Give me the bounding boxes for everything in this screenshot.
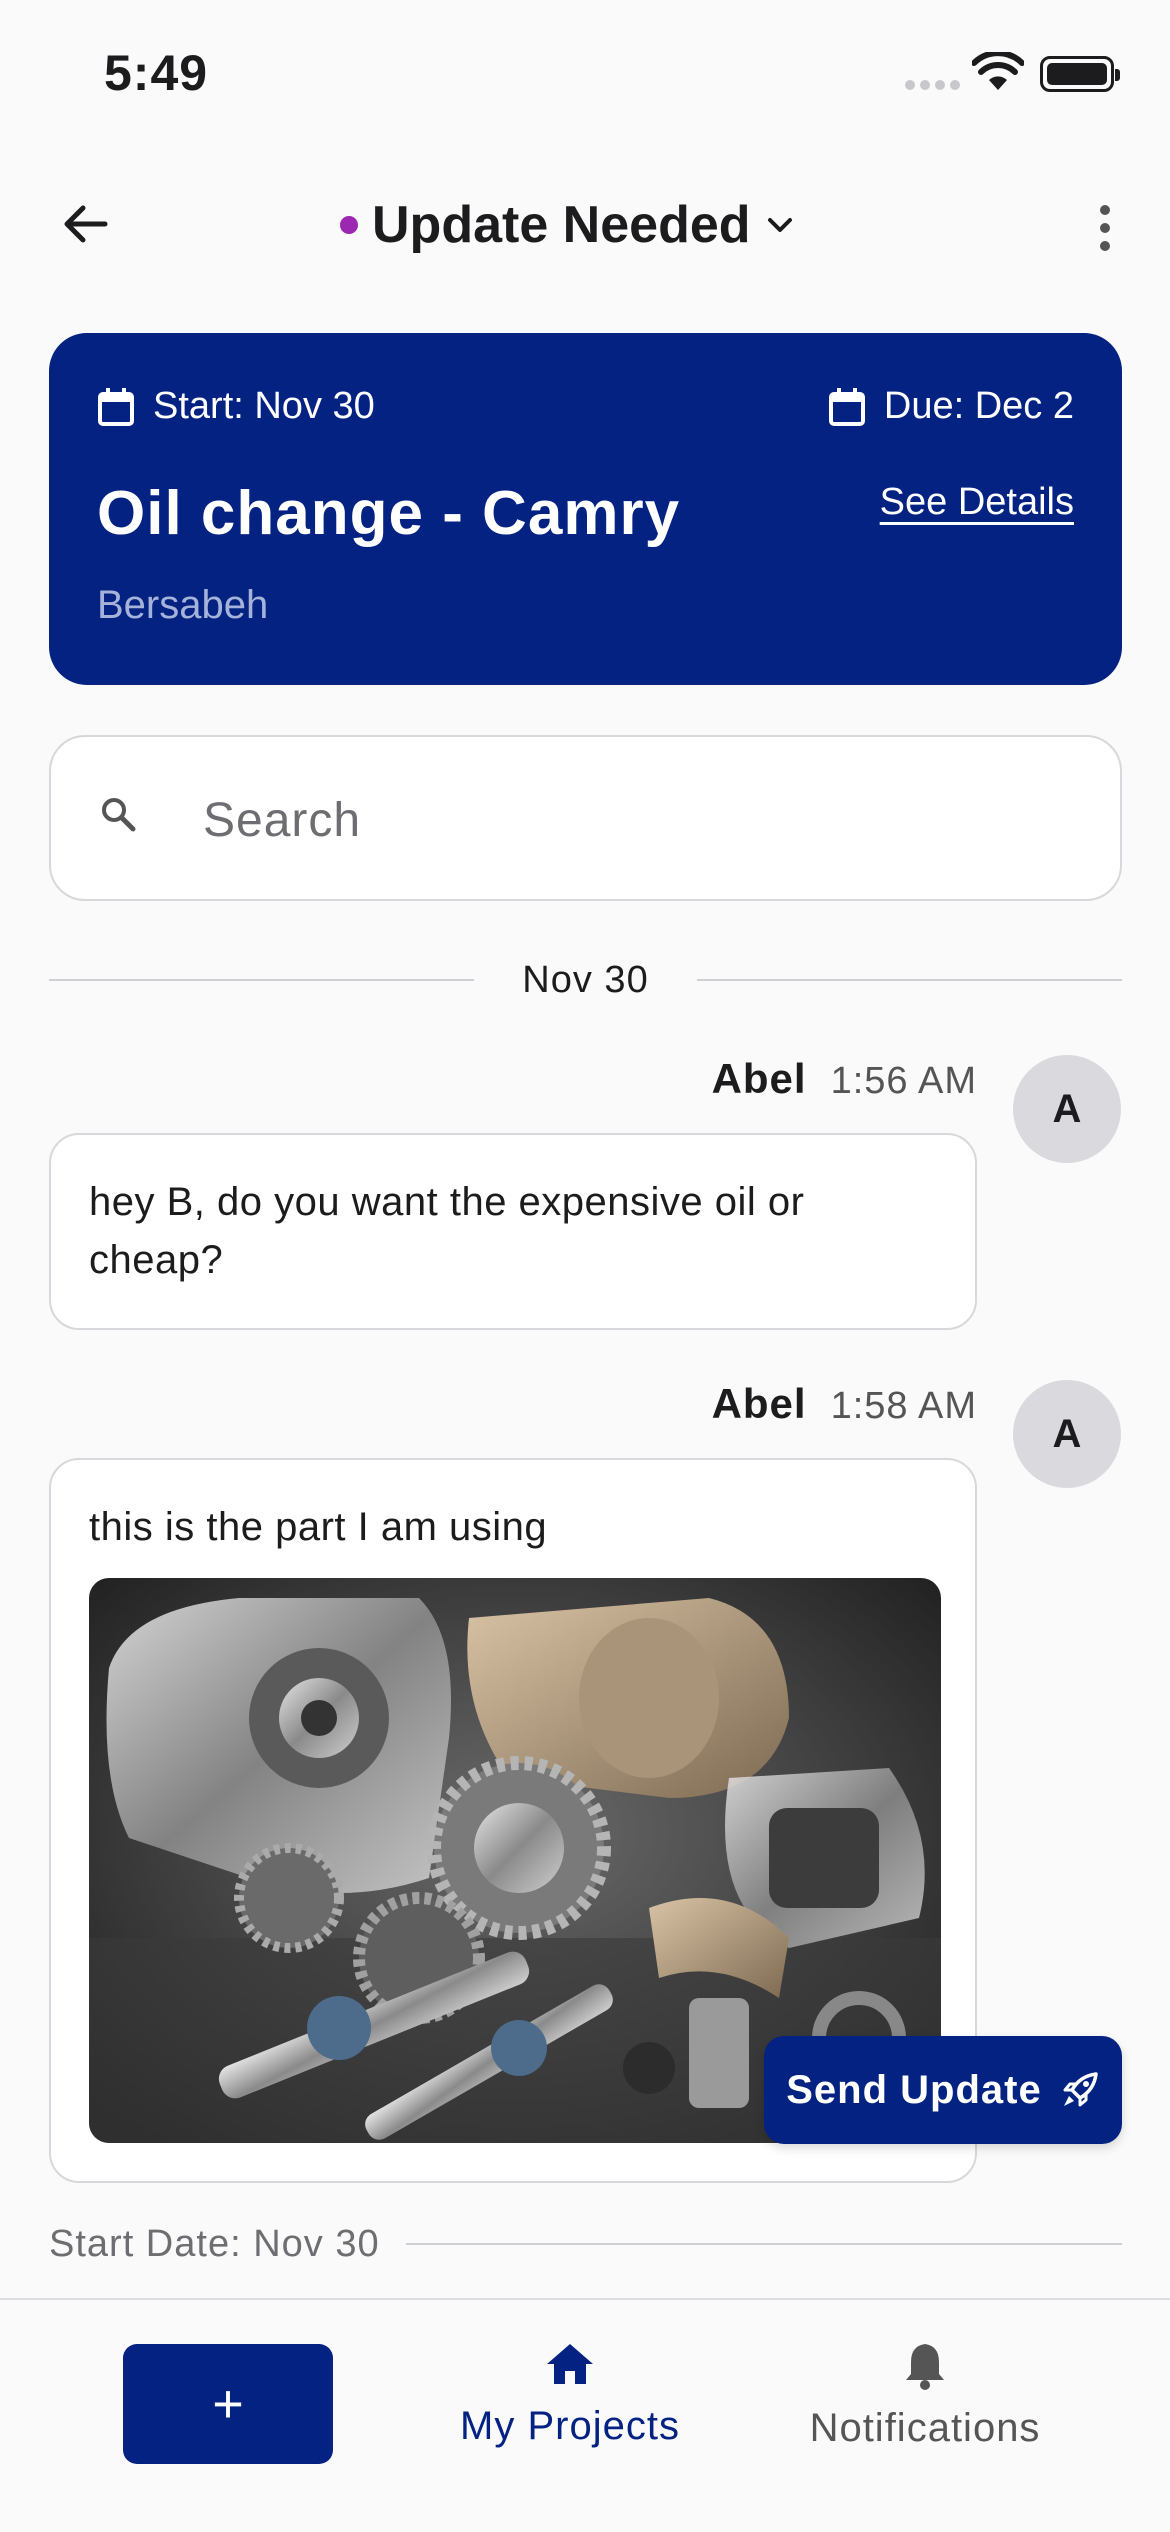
calendar-icon — [828, 387, 865, 426]
divider-line — [405, 2243, 1122, 2245]
date-divider: Nov 30 — [49, 950, 1122, 1010]
status-time: 5:49 — [104, 45, 209, 101]
due-date: Due: Dec 2 — [828, 385, 1074, 428]
search-input[interactable] — [203, 777, 1063, 863]
more-vertical-icon — [1100, 205, 1110, 215]
wifi-icon — [972, 52, 1024, 90]
cellular-signal-icon — [905, 80, 960, 90]
avatar[interactable]: A — [1013, 1380, 1121, 1488]
search-icon — [102, 798, 136, 832]
status-selector[interactable]: Update Needed — [340, 180, 795, 270]
send-update-label: Send Update — [786, 2067, 1042, 2112]
calendar-icon — [98, 387, 134, 426]
plus-icon: + — [212, 2374, 244, 2434]
battery-icon — [1040, 56, 1120, 92]
message-time: 1:58 AM — [830, 1385, 977, 1427]
bottom-nav: + My Projects Notifications — [0, 2298, 1170, 2532]
chevron-down-icon — [767, 218, 792, 232]
send-update-button[interactable]: Send Update — [764, 2036, 1122, 2144]
date-divider-label: Nov 30 — [522, 958, 649, 1001]
message-bubble: hey B, do you want the expensive oil or … — [49, 1133, 977, 1330]
header: Update Needed — [0, 180, 1170, 270]
arrow-left-icon — [64, 205, 108, 243]
project-card: Start: Nov 30 Due: Dec 2 Oil change - Ca… — [49, 333, 1122, 685]
nav-label: Notifications — [809, 2406, 1041, 2450]
status-dot — [340, 216, 358, 234]
avatar[interactable]: A — [1013, 1055, 1121, 1163]
status-bar: 5:49 — [0, 0, 1170, 150]
start-date-divider-label: Start Date: Nov 30 — [49, 2222, 380, 2265]
divider-line — [49, 979, 475, 981]
nav-item-notifications[interactable]: Notifications — [785, 2340, 1065, 2490]
message-meta: Abel 1:56 AM — [712, 1055, 977, 1103]
message-text: hey B, do you want the expensive oil or … — [89, 1180, 805, 1282]
search-box — [49, 735, 1122, 901]
start-date: Start: Nov 30 — [97, 385, 375, 428]
message-text: this is the part I am using — [89, 1505, 548, 1549]
project-title: Oil change - Camry — [97, 479, 681, 548]
message-author: Abel — [711, 1380, 807, 1427]
start-date-label: Start: Nov 30 — [153, 385, 375, 427]
home-icon — [547, 2344, 593, 2384]
rocket-icon — [1063, 2072, 1098, 2107]
bell-icon — [906, 2344, 944, 2390]
due-date-label: Due: Dec 2 — [883, 385, 1074, 427]
nav-item-my-projects[interactable]: My Projects — [440, 2340, 700, 2490]
screen: 5:49 Update Needed Start: Nov 30 Due: De… — [0, 0, 1170, 2532]
add-project-button[interactable]: + — [123, 2344, 333, 2464]
start-date-divider: Start Date: Nov 30 — [49, 2216, 1122, 2272]
status-title: Update Needed — [372, 196, 751, 254]
message-author: Abel — [711, 1055, 807, 1102]
more-options-button[interactable] — [1080, 200, 1130, 256]
message-meta: Abel 1:58 AM — [712, 1380, 977, 1428]
divider-line — [696, 979, 1122, 981]
customer-name: Bersabeh — [97, 583, 269, 627]
back-button[interactable] — [50, 194, 120, 254]
see-details-link[interactable]: See Details — [880, 481, 1074, 524]
message-time: 1:56 AM — [830, 1060, 977, 1102]
nav-label: My Projects — [460, 2404, 680, 2448]
